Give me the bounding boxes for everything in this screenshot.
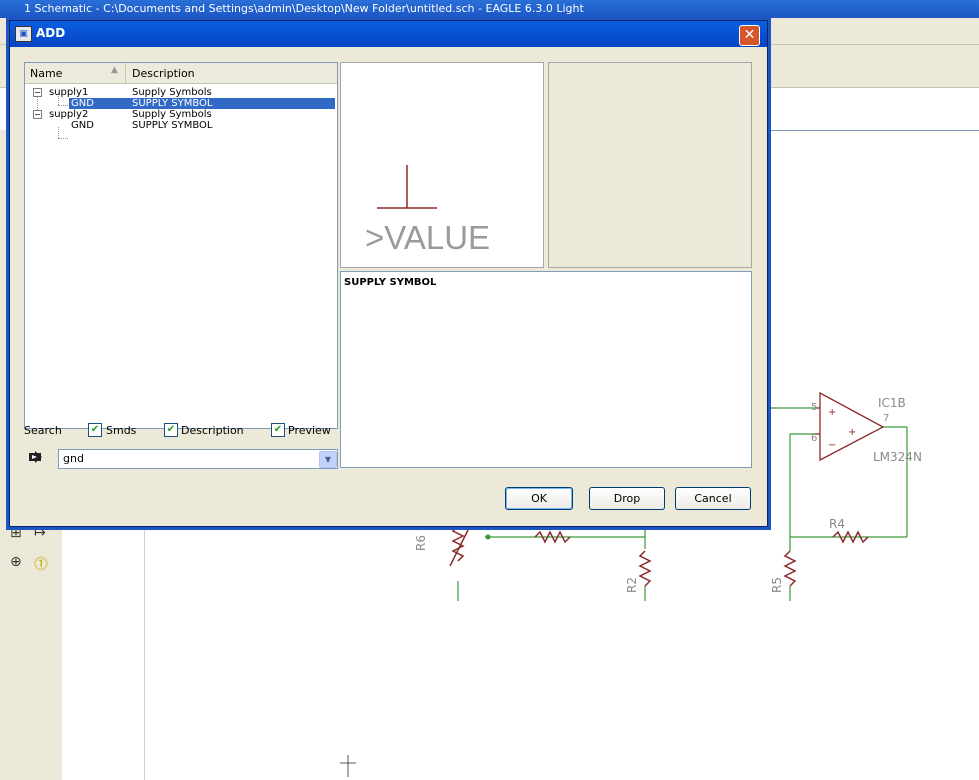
r6-label: R6 bbox=[414, 535, 428, 551]
search-value: gnd bbox=[63, 452, 84, 465]
column-header-name[interactable]: Name bbox=[30, 67, 62, 80]
row-description: Supply Symbols bbox=[132, 109, 212, 120]
resistor-r2 bbox=[638, 550, 652, 587]
list-item[interactable]: − supply1 Supply Symbols bbox=[25, 87, 337, 98]
dialog-app-icon: ▣ bbox=[15, 26, 32, 42]
app-title: 1 Schematic - C:\Documents and Settings\… bbox=[24, 2, 584, 15]
dimension-tool-icon[interactable]: ↦ bbox=[34, 525, 46, 541]
chevron-down-icon[interactable]: ▼ bbox=[319, 451, 337, 468]
r4-label: R4 bbox=[829, 517, 845, 531]
description-checkbox-label[interactable]: Description bbox=[181, 424, 244, 437]
add-dialog: ▣ ADD ✕ Name ▲ Description − supply1 Sup… bbox=[9, 20, 768, 527]
ok-button[interactable]: OK bbox=[505, 487, 573, 510]
drop-button[interactable]: Drop bbox=[589, 487, 665, 510]
search-input[interactable]: gnd ▼ bbox=[58, 449, 338, 469]
opamp-plus-left: + bbox=[828, 407, 836, 418]
row-description: Supply Symbols bbox=[132, 87, 212, 98]
pin6-label: 6 bbox=[811, 433, 817, 444]
value-placeholder: >VALUE bbox=[365, 219, 490, 256]
warning-icon[interactable]: ⓵ bbox=[34, 554, 48, 574]
cursor-crosshair bbox=[340, 755, 356, 777]
gnd-symbol-preview: >VALUE bbox=[365, 165, 490, 256]
dialog-title-bar[interactable]: ▣ ADD ✕ bbox=[10, 21, 767, 47]
list-item[interactable]: − supply2 Supply Symbols bbox=[25, 109, 337, 120]
tree-line bbox=[58, 138, 68, 139]
pin7-label: 7 bbox=[883, 413, 889, 424]
cancel-button[interactable]: Cancel bbox=[675, 487, 751, 510]
smds-label[interactable]: Smds bbox=[106, 424, 136, 437]
description-text: SUPPLY SYMBOL bbox=[344, 277, 437, 288]
library-tree-list[interactable]: Name ▲ Description − supply1 Supply Symb… bbox=[24, 62, 338, 429]
list-header: Name ▲ Description bbox=[25, 63, 337, 84]
smds-checkbox[interactable]: ✔ bbox=[88, 423, 102, 437]
collapse-icon[interactable]: − bbox=[33, 88, 42, 97]
search-label: Search bbox=[24, 424, 62, 437]
column-divider[interactable] bbox=[125, 63, 126, 83]
r5-label: R5 bbox=[770, 577, 784, 593]
row-name: GND bbox=[71, 98, 94, 109]
symbol-preview: >VALUE bbox=[340, 62, 544, 268]
opamp-minus: − bbox=[828, 440, 836, 451]
ic-value-label: LM324N bbox=[873, 450, 922, 464]
row-name: supply1 bbox=[49, 87, 89, 98]
row-name: GND bbox=[71, 120, 94, 131]
sort-ascending-icon: ▲ bbox=[111, 65, 118, 75]
resistor-r5 bbox=[783, 550, 797, 587]
row-description: SUPPLY SYMBOL bbox=[132, 120, 213, 131]
opamp-plus-inner: + bbox=[848, 427, 856, 438]
collapse-icon[interactable]: − bbox=[33, 110, 42, 119]
preview-label[interactable]: Preview bbox=[288, 424, 331, 437]
description-pane: SUPPLY SYMBOL bbox=[340, 271, 752, 468]
preview-checkbox[interactable]: ✔ bbox=[271, 423, 285, 437]
row-name: supply2 bbox=[49, 109, 89, 120]
r2-label: R2 bbox=[625, 577, 639, 593]
list-item[interactable]: GND SUPPLY SYMBOL bbox=[25, 120, 337, 131]
erc-tool-icon[interactable]: ⊕ bbox=[10, 554, 22, 570]
package-preview bbox=[548, 62, 752, 268]
column-header-description[interactable]: Description bbox=[132, 67, 195, 80]
dialog-title: ADD bbox=[36, 26, 66, 40]
junction bbox=[485, 534, 491, 540]
pin5-label: 5 bbox=[811, 402, 817, 413]
description-checkbox[interactable]: ✔ bbox=[164, 423, 178, 437]
ic-name-label: IC1B bbox=[878, 396, 906, 410]
close-button[interactable]: ✕ bbox=[739, 25, 760, 46]
row-description: SUPPLY SYMBOL bbox=[132, 98, 213, 109]
close-icon: ✕ bbox=[743, 27, 756, 43]
search-run-icon[interactable] bbox=[28, 449, 44, 465]
name-tool-icon[interactable]: ⊞ bbox=[10, 525, 22, 541]
list-item-selected[interactable]: GND SUPPLY SYMBOL bbox=[25, 98, 337, 109]
app-title-bar: 1 Schematic - C:\Documents and Settings\… bbox=[0, 0, 979, 18]
